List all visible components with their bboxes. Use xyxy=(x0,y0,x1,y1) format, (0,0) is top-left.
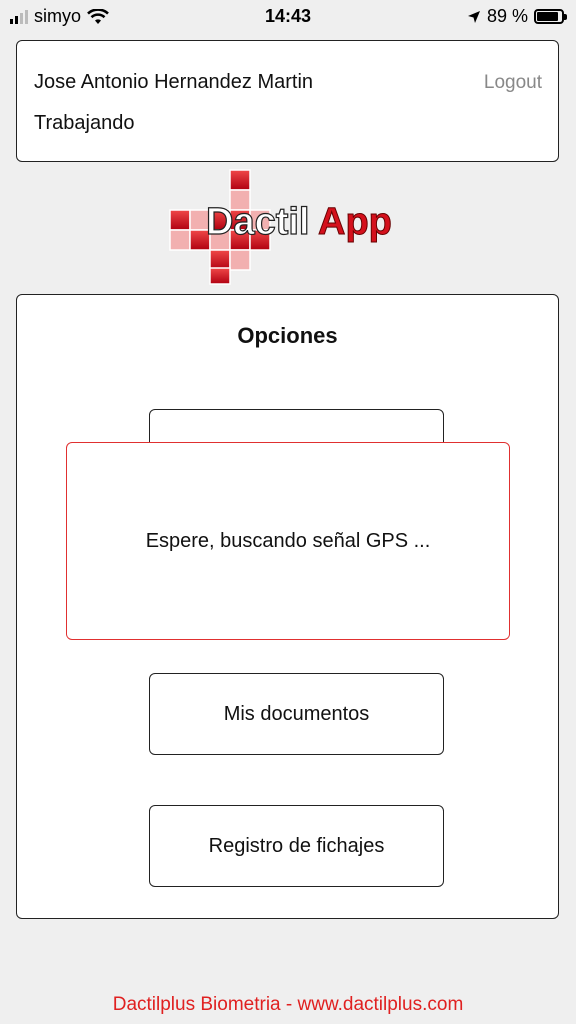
options-title: Opciones xyxy=(237,323,338,348)
gps-message: Espere, buscando señal GPS ... xyxy=(145,529,431,552)
user-card: Jose Antonio Hernandez Martin Trabajando… xyxy=(16,40,559,162)
logo-text-app: App xyxy=(318,201,392,243)
user-status: Trabajando xyxy=(34,112,135,134)
status-right: 89 % xyxy=(467,6,567,27)
logo-text-dactil: Dactil xyxy=(206,201,309,243)
location-arrow-icon xyxy=(467,10,480,23)
gps-searching-dialog: Espere, buscando señal GPS ... xyxy=(66,442,510,640)
registro-fichajes-button[interactable]: Registro de fichajes xyxy=(149,805,444,887)
mis-documentos-button[interactable]: Mis documentos xyxy=(149,673,444,755)
dactilapp-logo: Dactil App xyxy=(169,169,392,285)
logout-button[interactable]: Logout xyxy=(484,72,542,94)
battery-icon xyxy=(534,9,567,24)
user-name: Jose Antonio Hernandez Martin xyxy=(34,71,314,93)
status-bar: simyo 14:43 89 % xyxy=(0,0,576,34)
footer-link[interactable]: Dactilplus Biometria - www.dactilplus.co… xyxy=(0,994,576,1016)
battery-percent: 89 % xyxy=(486,6,528,26)
